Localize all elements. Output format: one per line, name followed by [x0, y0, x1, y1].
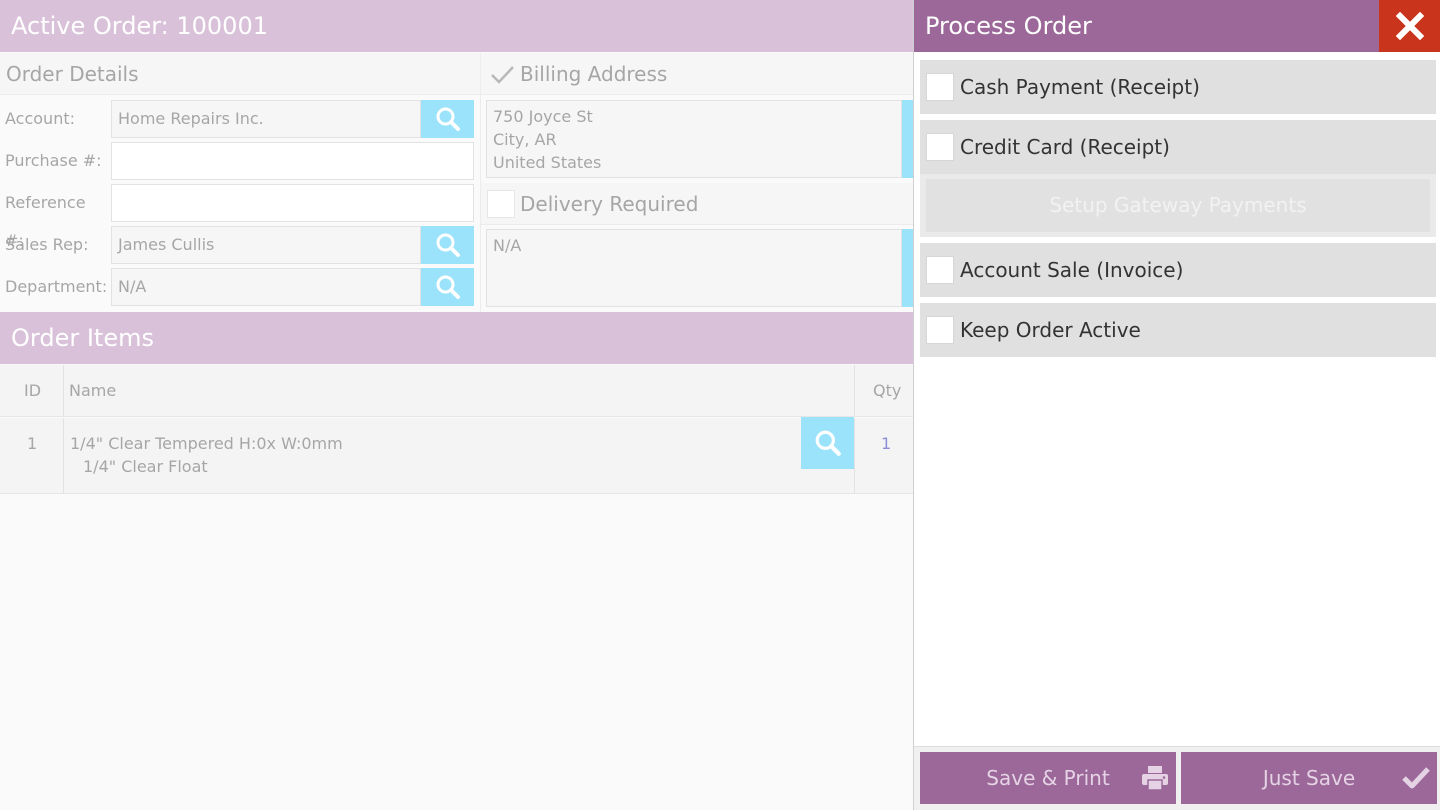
just-save-button[interactable]: Just Save	[1181, 752, 1437, 804]
row-id: 1	[27, 434, 38, 453]
column-divider	[854, 365, 855, 416]
credit-card-checkbox[interactable]	[926, 133, 954, 161]
option-account-sale[interactable]: Account Sale (Invoice)	[920, 243, 1436, 297]
billing-address-line: 750 Joyce St	[493, 107, 593, 126]
check-icon	[491, 66, 514, 84]
items-table-header: ID Name Qty	[0, 365, 913, 417]
purchase-number-field[interactable]	[111, 142, 474, 180]
check-icon	[1402, 767, 1430, 789]
billing-address-line: City, AR	[493, 130, 557, 149]
item-search-button[interactable]	[801, 417, 854, 469]
account-label: Account:	[5, 109, 75, 128]
order-items-heading: Order Items	[0, 312, 913, 364]
row-qty[interactable]: 1	[881, 432, 891, 455]
order-title: Active Order: 100001	[0, 0, 913, 52]
save-print-label: Save & Print	[986, 766, 1110, 790]
department-search-button[interactable]	[421, 268, 474, 306]
option-label: Cash Payment (Receipt)	[960, 75, 1200, 99]
option-cash-payment[interactable]: Cash Payment (Receipt)	[920, 60, 1436, 114]
delivery-required-label: Delivery Required	[520, 192, 699, 216]
account-search-button[interactable]	[421, 100, 474, 138]
delivery-address-edit-button[interactable]	[902, 229, 913, 307]
delivery-address-text: N/A	[493, 236, 522, 255]
option-label: Credit Card (Receipt)	[960, 135, 1170, 159]
keep-order-active-checkbox[interactable]	[926, 316, 954, 344]
table-row[interactable]: 1 1/4" Clear Tempered H:0x W:0mm 1/4" Cl…	[0, 417, 913, 494]
column-divider	[854, 418, 855, 493]
just-save-label: Just Save	[1262, 766, 1356, 790]
search-icon	[436, 275, 460, 299]
column-id-header: ID	[24, 381, 42, 400]
search-icon	[815, 430, 841, 456]
account-sale-checkbox[interactable]	[926, 256, 954, 284]
process-order-title: Process Order	[914, 0, 1379, 52]
option-label: Keep Order Active	[960, 318, 1141, 342]
search-icon	[436, 233, 460, 257]
close-icon	[1395, 11, 1425, 41]
billing-address-row: Billing Address	[481, 53, 913, 95]
delivery-required-checkbox[interactable]	[487, 190, 515, 218]
column-divider	[63, 365, 64, 416]
billing-address-box[interactable]: 750 Joyce St City, AR United States	[486, 100, 902, 178]
process-order-pane: Process Order Cash Payment (Receipt) Cre…	[913, 0, 1440, 810]
sales-rep-search-button[interactable]	[421, 226, 474, 264]
reference-label: Reference #:	[5, 193, 86, 250]
sales-rep-field[interactable]: James Cullis	[111, 226, 421, 264]
sales-rep-label: Sales Rep:	[5, 235, 89, 254]
department-label: Department:	[5, 277, 108, 296]
close-button[interactable]	[1379, 0, 1440, 52]
search-icon	[436, 107, 460, 131]
gateway-panel: Setup Gateway Payments	[920, 174, 1436, 237]
reference-number-field[interactable]	[111, 184, 474, 222]
printer-icon	[1142, 766, 1168, 791]
row-name: 1/4" Clear Tempered H:0x W:0mm	[70, 434, 343, 453]
option-label: Account Sale (Invoice)	[960, 258, 1184, 282]
column-name-header: Name	[69, 381, 117, 400]
row-sub-name: 1/4" Clear Float	[83, 457, 208, 476]
department-field[interactable]: N/A	[111, 268, 421, 306]
order-details-heading: Order Details	[0, 53, 480, 95]
delivery-address-box[interactable]: N/A	[486, 229, 902, 307]
option-keep-order-active[interactable]: Keep Order Active	[920, 303, 1436, 357]
column-divider	[63, 418, 64, 493]
cash-payment-checkbox[interactable]	[926, 73, 954, 101]
billing-address-line: United States	[493, 153, 602, 172]
setup-gateway-payments-button[interactable]: Setup Gateway Payments	[926, 179, 1430, 232]
purchase-label: Purchase #:	[5, 151, 102, 170]
option-credit-card[interactable]: Credit Card (Receipt)	[920, 120, 1436, 174]
order-pane: Active Order: 100001 Order Details Accou…	[0, 0, 913, 810]
column-qty-header: Qty	[873, 381, 902, 400]
billing-address-edit-button[interactable]	[902, 100, 913, 178]
delivery-required-row: Delivery Required	[481, 183, 913, 225]
billing-address-label: Billing Address	[520, 62, 668, 86]
account-field[interactable]: Home Repairs Inc.	[111, 100, 421, 138]
save-print-button[interactable]: Save & Print	[920, 752, 1176, 804]
billing-address-checkbox[interactable]	[487, 60, 515, 88]
